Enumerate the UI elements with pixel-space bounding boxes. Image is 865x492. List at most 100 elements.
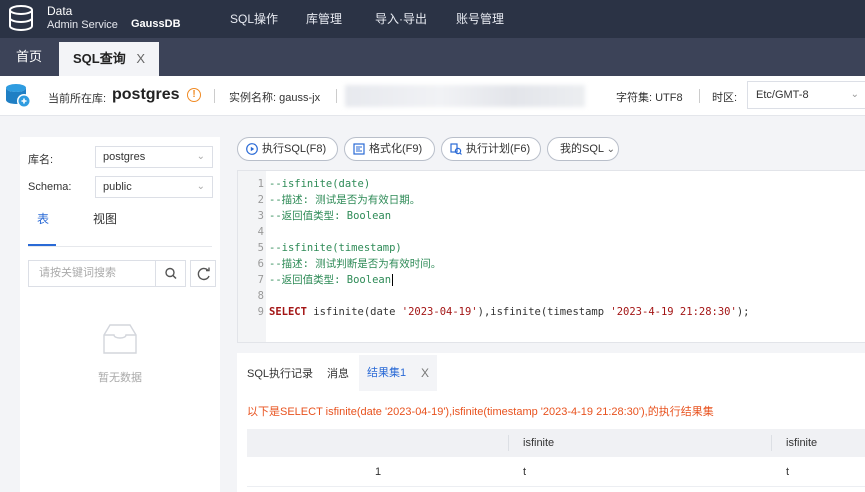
object-browser-card: 库名: postgres ⌄ Schema: public ⌄ 表 视图 请按关… <box>20 137 220 492</box>
line-number: 6 <box>257 258 264 270</box>
menu-sql-operations[interactable]: SQL操作 <box>230 10 278 27</box>
db-name-label: 库名: <box>28 154 54 166</box>
comment-text: --返回值类型: Boolean <box>269 274 392 286</box>
comment-text: --描述: 测试是否为有效日期。 <box>269 194 421 206</box>
code-text: isfinite(date <box>306 306 402 318</box>
table-cell: 1 <box>375 466 382 478</box>
my-sql-dropdown[interactable]: 我的SQL ⌄ <box>547 137 619 161</box>
line-number: 3 <box>257 210 264 222</box>
play-icon <box>246 143 258 155</box>
result-tab-label: 结果集1 <box>367 367 407 379</box>
search-placeholder: 请按关键词搜索 <box>39 267 116 279</box>
schema-select[interactable]: public ⌄ <box>95 176 213 198</box>
search-icon[interactable] <box>155 261 185 286</box>
database-logo-icon <box>9 5 33 32</box>
column-divider <box>508 435 509 451</box>
divider <box>699 89 700 103</box>
table-cell: t <box>523 466 527 478</box>
result-table-header: isfinite isfinite <box>247 429 865 457</box>
db-info-bar: 当前所在库: postgres ! 实例名称: gauss-jx 字符集: UT… <box>0 76 865 116</box>
format-label: 格式化(F9) <box>369 143 423 155</box>
chevron-down-icon: ⌄ <box>850 89 859 100</box>
execute-sql-label: 执行SQL(F8) <box>262 143 327 155</box>
chevron-down-icon: ⌄ <box>196 181 205 192</box>
close-icon[interactable]: X <box>421 355 429 391</box>
logo-subtitle: Admin Service <box>47 19 118 31</box>
text-cursor <box>392 274 394 286</box>
timezone-value: Etc/GMT-8 <box>756 89 809 101</box>
result-panel: SQL执行记录 消息 结果集1 X 以下是SELECT isfinite(dat… <box>237 353 865 492</box>
divider <box>214 89 215 103</box>
execution-plan-button[interactable]: 执行计划(F6) <box>441 137 541 161</box>
menu-import-export[interactable]: 导入·导出 <box>375 10 427 27</box>
line-number: 8 <box>257 290 264 302</box>
db-name-select[interactable]: postgres ⌄ <box>95 146 213 168</box>
column-divider <box>771 435 772 451</box>
divider <box>336 89 337 103</box>
tab-divider <box>28 246 212 247</box>
empty-inbox-icon <box>103 324 137 354</box>
my-sql-label: 我的SQL <box>560 143 604 155</box>
column-header: isfinite <box>786 437 818 449</box>
tab-sql-history[interactable]: SQL执行记录 <box>247 365 313 381</box>
comment-text: --返回值类型: Boolean <box>269 272 394 288</box>
code-text: ),isfinite(timestamp <box>477 306 611 318</box>
result-message: 以下是SELECT isfinite(date '2023-04-19'),is… <box>247 406 714 418</box>
execution-plan-label: 执行计划(F6) <box>466 143 531 155</box>
sql-keyword: SELECT <box>269 306 307 318</box>
redacted-info <box>345 85 585 107</box>
line-number: 9 <box>257 306 264 318</box>
format-button[interactable]: 格式化(F9) <box>344 137 435 161</box>
sql-editor[interactable]: 1 --isfinite(date) 2 --描述: 测试是否为有效日期。 3 --返… <box>237 170 865 343</box>
column-header: isfinite <box>523 437 555 449</box>
object-browser: 库名: postgres ⌄ Schema: public ⌄ 表 视图 请按关… <box>0 117 232 492</box>
tab-home[interactable]: 首页 <box>0 38 58 76</box>
tab-close-icon[interactable]: X <box>136 42 145 76</box>
line-number: 1 <box>257 178 264 190</box>
table-search-input[interactable]: 请按关键词搜索 <box>28 260 186 287</box>
comment-text: --isfinite(date) <box>269 178 371 190</box>
format-icon <box>353 143 365 155</box>
refresh-icon[interactable] <box>190 260 216 287</box>
logo-title: Data <box>47 4 73 18</box>
tab-result-set-1[interactable]: 结果集1 X <box>359 355 437 391</box>
table-row[interactable]: 1 t t <box>247 457 865 487</box>
string-literal: '2023-04-19' <box>401 306 478 318</box>
tab-views[interactable]: 视图 <box>93 210 117 227</box>
chevron-down-icon: ⌄ <box>196 151 205 162</box>
chevron-down-icon: ⌄ <box>606 144 616 155</box>
current-db-name: postgres <box>112 86 180 103</box>
line-number: 5 <box>257 242 264 254</box>
string-literal: '2023-4-19 21:28:30' <box>610 306 737 318</box>
line-number: 7 <box>257 274 264 286</box>
tab-tables[interactable]: 表 <box>37 210 49 227</box>
plan-icon <box>450 143 462 155</box>
execute-sql-button[interactable]: 执行SQL(F8) <box>237 137 338 161</box>
database-icon <box>6 84 31 108</box>
db-name-value: postgres <box>103 151 146 163</box>
active-tab-indicator <box>28 244 56 246</box>
top-nav: Data Admin Service GaussDB SQL操作 库管理 导入·… <box>0 0 865 38</box>
menu-db-management[interactable]: 库管理 <box>306 10 342 27</box>
tab-bar: 首页 SQL查询 X <box>0 38 865 76</box>
sql-statement: SELECT isfinite(date '2023-04-19'),isfin… <box>269 304 749 320</box>
menu-account-management[interactable]: 账号管理 <box>456 10 504 27</box>
logo-brand: GaussDB <box>131 18 181 30</box>
instance-name: 实例名称: gauss-jx <box>229 92 321 104</box>
tab-sql-query-label: SQL查询 <box>73 51 126 66</box>
charset-info: 字符集: UTF8 <box>616 92 683 104</box>
schema-value: public <box>103 181 132 193</box>
timezone-label: 时区: <box>712 92 738 104</box>
tab-messages[interactable]: 消息 <box>327 365 349 381</box>
schema-label: Schema: <box>28 181 72 193</box>
code-text: ); <box>736 306 750 318</box>
comment-text: --返回值类型: Boolean <box>269 210 392 222</box>
current-db-label: 当前所在库: <box>48 93 107 105</box>
info-icon[interactable]: ! <box>187 88 201 102</box>
line-number: 4 <box>257 226 264 238</box>
timezone-select[interactable]: Etc/GMT-8 ⌄ <box>747 81 865 109</box>
line-number: 2 <box>257 194 264 206</box>
tab-sql-query[interactable]: SQL查询 X <box>59 42 159 76</box>
empty-state-text: 暂无数据 <box>98 372 142 384</box>
comment-text: --描述: 测试判断是否为有效时间。 <box>269 258 442 270</box>
